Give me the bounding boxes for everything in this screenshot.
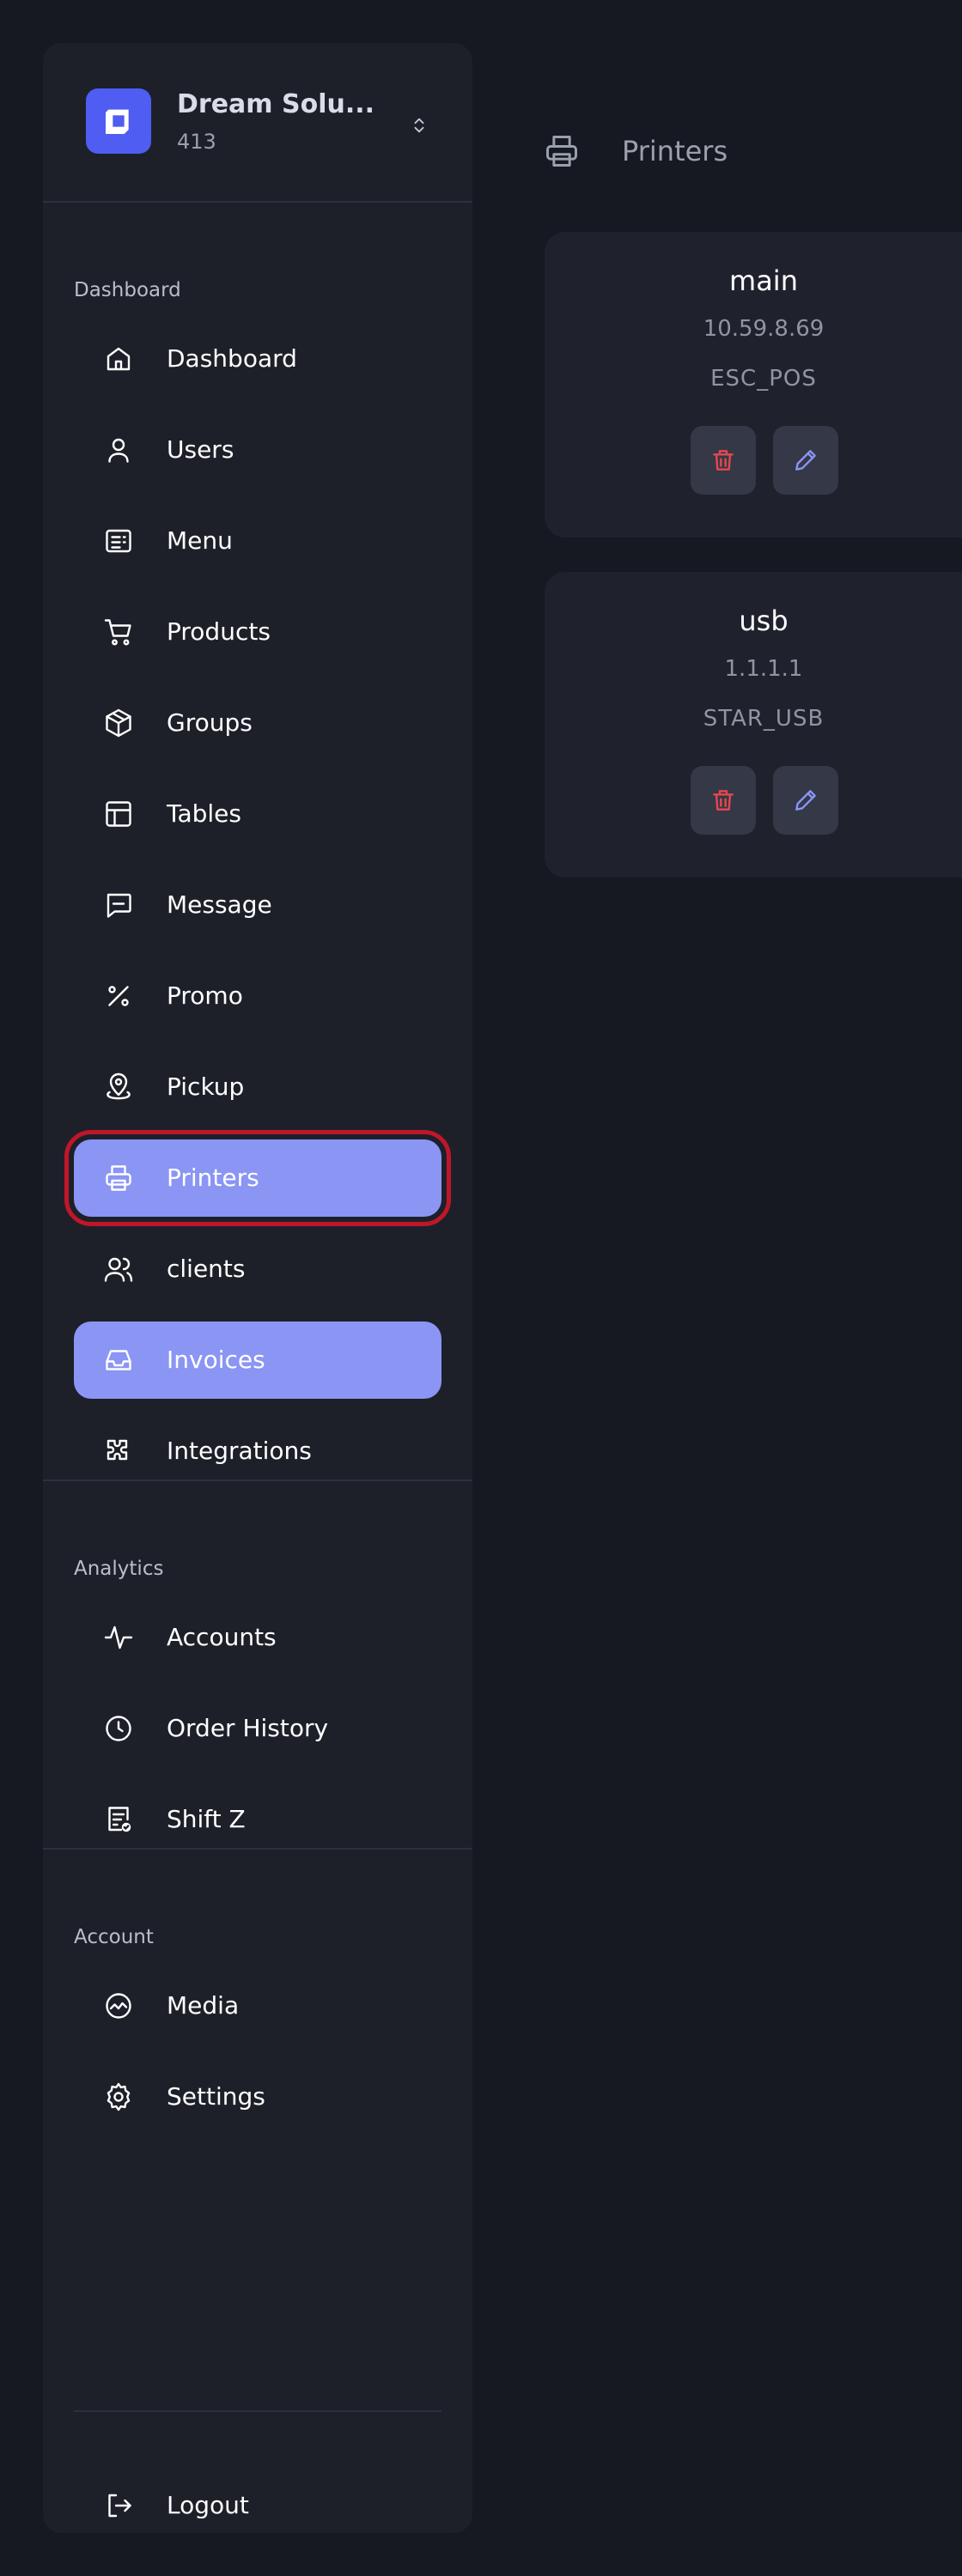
divider [43,1848,472,1850]
sidebar-item-clients[interactable]: clients [74,1230,441,1308]
brand-switcher[interactable]: Dream Solu... 413 [43,43,472,201]
sidebar-item-message[interactable]: Message [74,866,441,944]
sidebar-item-label: Media [167,1991,240,2020]
logout-icon [103,2490,134,2521]
sidebar-item-promo[interactable]: Promo [74,957,441,1035]
printer-name: usb [739,605,788,637]
printer-icon [103,1163,134,1194]
brand-id: 413 [177,130,216,154]
cart-icon [103,617,134,647]
sidebar-item-label: Accounts [167,1623,277,1651]
trash-icon [713,790,734,811]
map-pin-icon [103,1072,134,1103]
sidebar: Dream Solu... 413 Dashboard Dashboard Us… [43,43,472,2533]
puzzle-icon [103,1436,134,1467]
sidebar-item-label: Users [167,435,234,464]
sidebar-item-label: Shift Z [167,1805,246,1833]
delete-printer-button[interactable] [691,766,756,835]
sidebar-item-users[interactable]: Users [74,411,441,489]
sidebar-item-label: Pickup [167,1072,245,1101]
user-icon [103,434,134,465]
sidebar-item-label: Groups [167,708,253,737]
activity-icon [103,1622,134,1653]
section-label-dashboard: Dashboard [74,279,181,301]
sidebar-item-label: Products [167,617,271,646]
sidebar-item-label: Invoices [167,1346,265,1374]
gear-icon [103,2081,134,2112]
sidebar-item-printers[interactable]: Printers [64,1130,451,1226]
sidebar-item-invoices[interactable]: Invoices [74,1321,441,1399]
chevron-up-down-icon[interactable] [404,110,435,141]
sidebar-item-menu[interactable]: Menu [74,502,441,580]
sidebar-item-label: Tables [167,799,241,828]
pencil-icon [795,790,816,811]
square-logo-icon [106,109,129,134]
sidebar-item-label: Message [167,890,272,919]
sidebar-item-shift-z[interactable]: Shift Z [74,1781,441,1858]
sidebar-item-tables[interactable]: Tables [74,775,441,853]
home-icon [103,343,134,374]
printer-name: main [729,264,798,297]
section-label-account: Account [74,1926,154,1948]
sidebar-item-label: Dashboard [167,344,297,373]
inbox-icon [103,1345,134,1376]
sidebar-item-media[interactable]: Media [74,1967,441,2044]
receipt-check-icon [103,1804,134,1835]
percent-icon [103,981,134,1012]
logout-button[interactable]: Logout [74,2467,441,2533]
sidebar-item-integrations[interactable]: Integrations [74,1413,441,1490]
printer-card: main 10.59.8.69 ESC_POS [545,232,962,538]
sidebar-item-label: Integrations [167,1437,312,1465]
media-icon [103,1990,134,2021]
divider [43,1479,472,1481]
sidebar-item-label: clients [167,1255,246,1283]
printer-ip: 1.1.1.1 [724,656,803,682]
sidebar-item-label: Order History [167,1714,329,1742]
sidebar-item-order-history[interactable]: Order History [74,1690,441,1767]
edit-printer-button[interactable] [773,426,838,495]
sidebar-item-settings[interactable]: Settings [74,2058,441,2136]
menu-list-icon [103,526,134,556]
table-icon [103,799,134,829]
page-title: Printers [622,135,728,167]
sidebar-item-products[interactable]: Products [74,593,441,671]
sidebar-item-label: Menu [167,526,233,555]
users-icon [103,1254,134,1285]
divider [43,201,472,203]
sidebar-item-dashboard[interactable]: Dashboard [74,320,441,398]
delete-printer-button[interactable] [691,426,756,495]
divider [74,2410,441,2412]
printer-icon [543,132,581,170]
sidebar-item-label: Logout [167,2491,249,2519]
sidebar-item-accounts[interactable]: Accounts [74,1599,441,1676]
section-label-analytics: Analytics [74,1558,164,1580]
printer-card: usb 1.1.1.1 STAR_USB [545,572,962,878]
sidebar-item-label: Printers [167,1163,259,1192]
pencil-icon [795,450,816,471]
trash-icon [713,450,734,471]
sidebar-item-pickup[interactable]: Pickup [74,1048,441,1126]
brand-logo [86,88,151,154]
sidebar-item-label: Settings [167,2082,265,2111]
page-header: Printers [543,129,955,173]
clock-icon [103,1713,134,1744]
brand-name: Dream Solu... [177,89,375,119]
sidebar-item-groups[interactable]: Groups [74,684,441,762]
printer-type: STAR_USB [703,706,825,732]
edit-printer-button[interactable] [773,766,838,835]
message-icon [103,890,134,920]
sidebar-item-label: Promo [167,981,243,1010]
printer-type: ESC_POS [710,366,817,392]
box-icon [103,708,134,738]
page: Dream Solu... 413 Dashboard Dashboard Us… [0,0,962,2576]
printer-ip: 10.59.8.69 [703,316,825,342]
